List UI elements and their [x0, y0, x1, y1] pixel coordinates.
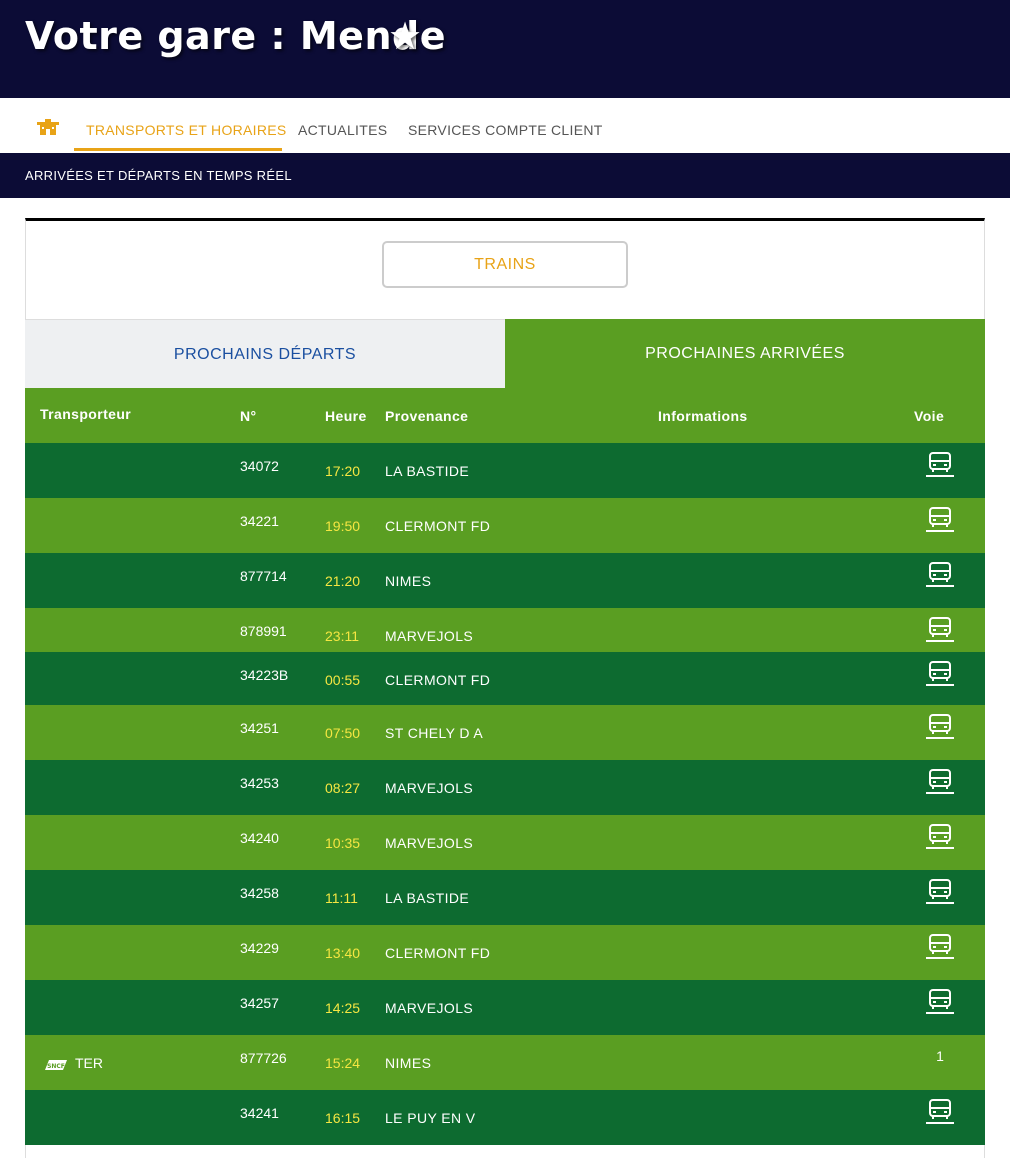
table-row[interactable]: 34251 07:50 ST CHELY D A — [25, 705, 985, 760]
star-icon[interactable]: ★ — [388, 14, 422, 58]
origin-station: CLERMONT FD — [385, 518, 491, 534]
header-number: N° — [240, 408, 257, 424]
origin-station: NIMES — [385, 573, 432, 589]
tab-arrivals[interactable]: PROCHAINES ARRIVÉES — [505, 319, 985, 388]
train-number: 34229 — [240, 940, 279, 956]
origin-station: MARVEJOLS — [385, 628, 474, 644]
table-row[interactable]: 34223B 00:55 CLERMONT FD — [25, 652, 985, 705]
arrival-time: 10:35 — [325, 835, 361, 851]
table-row[interactable]: SNCF TER 877726 15:24 NIMES 1 — [25, 1035, 985, 1090]
train-number: 34241 — [240, 1105, 279, 1121]
table-row[interactable]: 34257 14:25 MARVEJOLS — [25, 980, 985, 1035]
origin-station: MARVEJOLS — [385, 1000, 474, 1016]
main-nav: TRANSPORTS ET HORAIRES ACTUALITES SERVIC… — [0, 98, 1010, 153]
bus-icon — [923, 713, 957, 741]
arrival-time: 21:20 — [325, 573, 361, 589]
train-number: 34258 — [240, 885, 279, 901]
arrival-time: 07:50 — [325, 725, 361, 741]
train-number: 34223B — [240, 667, 289, 683]
arrival-time: 14:25 — [325, 1000, 361, 1016]
header-time: Heure — [325, 408, 367, 424]
header-info: Informations — [658, 408, 748, 424]
train-number: 34253 — [240, 775, 279, 791]
track-number: 1 — [936, 1048, 944, 1064]
table-row[interactable]: 34240 10:35 MARVEJOLS — [25, 815, 985, 870]
table-header: Transporteur N° Heure Provenance Informa… — [25, 388, 985, 443]
svg-text:SNCF: SNCF — [47, 1063, 65, 1070]
sncf-logo-icon: SNCF — [43, 1057, 69, 1071]
bus-icon — [923, 451, 957, 479]
bus-icon — [923, 768, 957, 796]
table-row[interactable]: 34072 17:20 LA BASTIDE — [25, 443, 985, 498]
nav-item-services[interactable]: SERVICES COMPTE CLIENT — [408, 122, 603, 138]
origin-station: MARVEJOLS — [385, 780, 474, 796]
table-row[interactable]: 34241 16:15 LE PUY EN V — [25, 1090, 985, 1145]
nav-active-indicator — [74, 148, 282, 151]
arrival-time: 00:55 — [325, 672, 361, 688]
bus-icon — [923, 933, 957, 961]
origin-station: NIMES — [385, 1055, 432, 1071]
bus-icon — [923, 506, 957, 534]
train-number: 877726 — [240, 1050, 287, 1066]
sub-nav-label[interactable]: ARRIVÉES ET DÉPARTS EN TEMPS RÉEL — [25, 168, 292, 183]
train-number: 34072 — [240, 458, 279, 474]
header-origin: Provenance — [385, 408, 469, 424]
header-track: Voie — [914, 408, 945, 424]
bus-icon — [923, 878, 957, 906]
table-row[interactable]: 34221 19:50 CLERMONT FD — [25, 498, 985, 553]
bus-icon — [923, 1098, 957, 1126]
bus-icon — [923, 988, 957, 1016]
origin-station: LA BASTIDE — [385, 890, 470, 906]
bus-icon — [923, 660, 957, 688]
train-number: 34257 — [240, 995, 279, 1011]
table-row[interactable]: 34229 13:40 CLERMONT FD — [25, 925, 985, 980]
trains-mode-button[interactable]: TRAINS — [382, 241, 628, 288]
train-number: 34251 — [240, 720, 279, 736]
tab-departures[interactable]: PROCHAINS DÉPARTS — [25, 319, 505, 388]
header-carrier: Transporteur — [40, 406, 132, 422]
arrival-time: 16:15 — [325, 1110, 361, 1126]
arrival-time: 19:50 — [325, 518, 361, 534]
train-number: 878991 — [240, 623, 287, 639]
arrival-time: 13:40 — [325, 945, 361, 961]
bus-icon — [923, 616, 957, 644]
origin-station: LE PUY EN V — [385, 1110, 476, 1126]
arrival-time: 15:24 — [325, 1055, 361, 1071]
train-number: 877714 — [240, 568, 287, 584]
table-row[interactable]: 34258 11:11 LA BASTIDE — [25, 870, 985, 925]
home-icon[interactable] — [37, 119, 59, 135]
train-number: 34221 — [240, 513, 279, 529]
origin-station: MARVEJOLS — [385, 835, 474, 851]
nav-item-actualites[interactable]: ACTUALITES — [298, 122, 387, 138]
station-title: Votre gare : Mende — [25, 14, 446, 58]
origin-station: LA BASTIDE — [385, 463, 470, 479]
origin-station: CLERMONT FD — [385, 672, 491, 688]
bus-icon — [923, 561, 957, 589]
train-number: 34240 — [240, 830, 279, 846]
table-row[interactable]: 878991 23:11 MARVEJOLS — [25, 608, 985, 652]
bus-icon — [923, 823, 957, 851]
page-header: Votre gare : Mende ★ — [0, 0, 1010, 98]
origin-station: ST CHELY D A — [385, 725, 484, 741]
table-row[interactable]: 877714 21:20 NIMES — [25, 553, 985, 608]
arrival-time: 11:11 — [325, 890, 358, 906]
sub-nav: ARRIVÉES ET DÉPARTS EN TEMPS RÉEL — [0, 153, 1010, 198]
arrival-time: 08:27 — [325, 780, 361, 796]
table-row[interactable]: 34253 08:27 MARVEJOLS — [25, 760, 985, 815]
origin-station: CLERMONT FD — [385, 945, 491, 961]
arrival-time: 17:20 — [325, 463, 361, 479]
arrival-time: 23:11 — [325, 628, 359, 644]
carrier-name: TER — [75, 1055, 103, 1071]
nav-item-transports[interactable]: TRANSPORTS ET HORAIRES — [86, 122, 287, 138]
